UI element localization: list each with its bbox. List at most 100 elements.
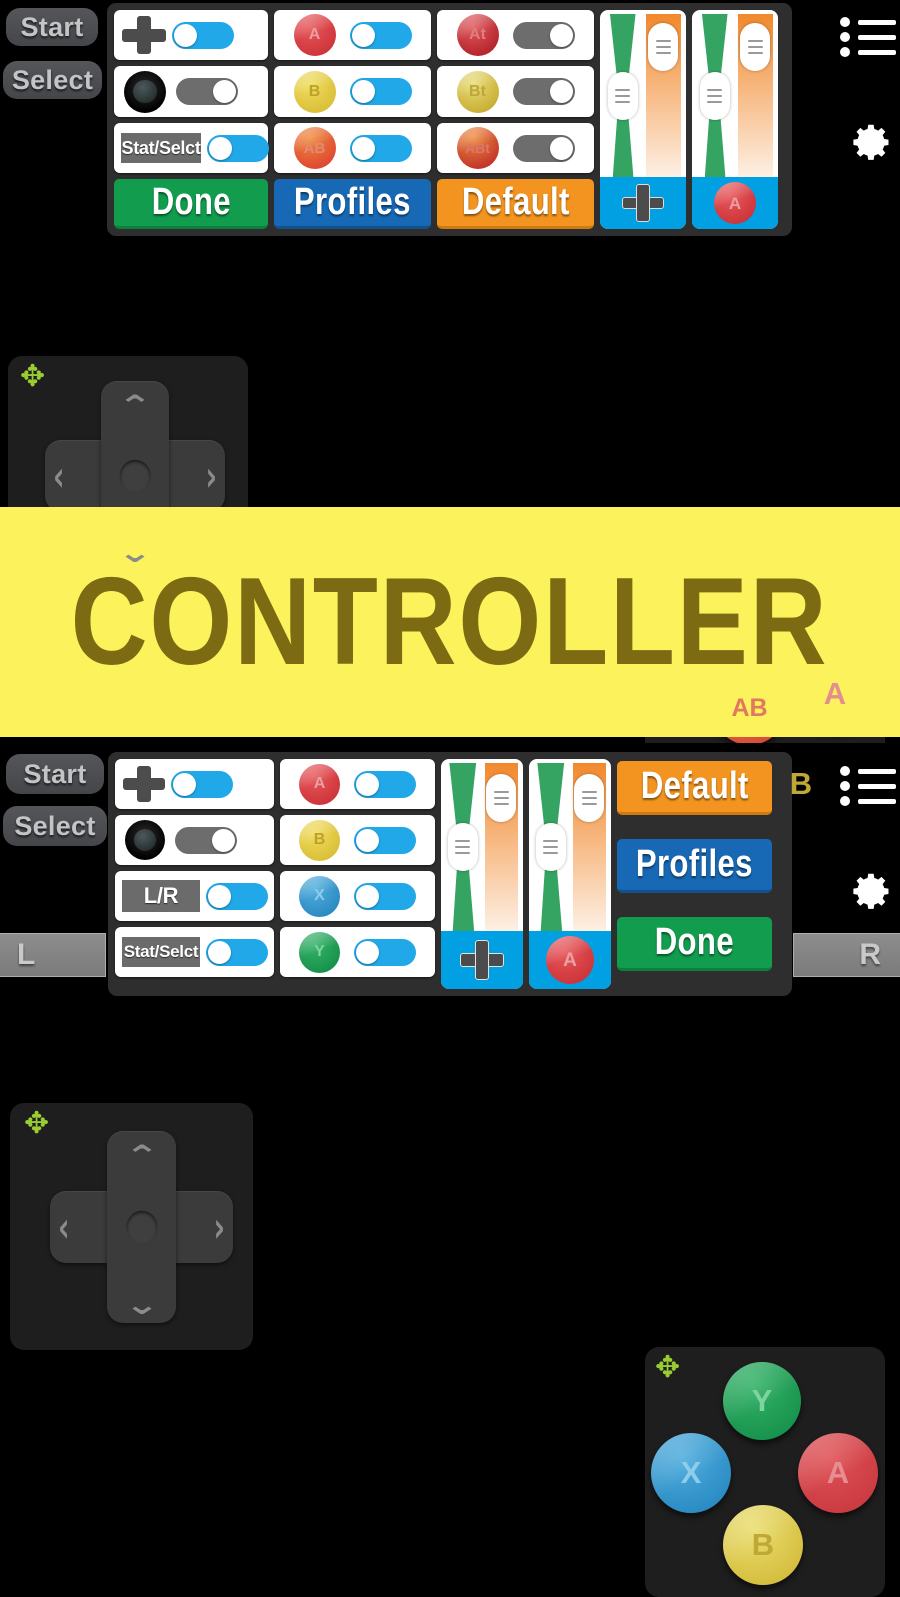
toggle-y[interactable] bbox=[354, 938, 416, 966]
dpad-size-slider[interactable] bbox=[600, 10, 686, 229]
row-y[interactable]: Y bbox=[280, 927, 435, 977]
bottom-select-button[interactable]: Select bbox=[3, 806, 107, 846]
row-bt[interactable]: Bt bbox=[437, 66, 594, 117]
toggle-joystick[interactable] bbox=[176, 78, 238, 106]
toggle-x[interactable] bbox=[354, 882, 416, 910]
bottom-start-button[interactable]: Start bbox=[6, 754, 104, 794]
abtn-green-knob[interactable] bbox=[699, 71, 730, 120]
abtn-size-slider[interactable]: A bbox=[529, 759, 611, 989]
row-x[interactable]: X bbox=[280, 871, 435, 921]
toggle-abt[interactable] bbox=[512, 134, 575, 162]
row-dpad[interactable] bbox=[115, 759, 274, 809]
top-select-button[interactable]: Select bbox=[3, 61, 102, 99]
row-start-select[interactable]: Stat/Selct bbox=[115, 927, 274, 977]
top-settings-icon[interactable] bbox=[841, 116, 895, 170]
row-dpad[interactable] bbox=[114, 10, 268, 61]
abtn-slider-foot[interactable]: A bbox=[529, 931, 611, 989]
default-button[interactable]: Default bbox=[617, 761, 772, 815]
row-a[interactable]: A bbox=[280, 759, 435, 809]
top-config-column-1: Stat/Selct Done bbox=[114, 10, 269, 229]
top-start-button[interactable]: Start bbox=[6, 8, 98, 46]
row-ab[interactable]: AB bbox=[274, 122, 431, 174]
row-a[interactable]: A bbox=[274, 10, 431, 61]
bottom-buttons-widget[interactable]: ✥ Y X A B bbox=[645, 1347, 885, 1597]
bottom-config-column-1: L/R Stat/Selct bbox=[115, 759, 274, 989]
button-b[interactable]: B bbox=[723, 1505, 803, 1585]
toggle-joystick[interactable] bbox=[175, 826, 237, 854]
start-select-chip-label: Stat/Selct bbox=[121, 137, 201, 158]
abtn-size-track-orange[interactable] bbox=[572, 763, 606, 931]
toggle-a[interactable] bbox=[354, 770, 416, 798]
dpad-left-icon[interactable]: ‹ bbox=[58, 1202, 70, 1252]
dpad-size-track-green[interactable] bbox=[605, 14, 641, 177]
shoulder-right-button[interactable]: R bbox=[793, 933, 900, 977]
button-x[interactable]: X bbox=[651, 1433, 731, 1513]
abtn-green-knob[interactable] bbox=[535, 823, 566, 871]
bottom-settings-icon[interactable] bbox=[841, 865, 895, 919]
move-handle-icon[interactable]: ✥ bbox=[24, 1109, 49, 1139]
dpad-green-knob[interactable] bbox=[447, 823, 478, 871]
toggle-start-select[interactable] bbox=[206, 938, 268, 966]
toggle-b[interactable] bbox=[349, 78, 412, 106]
toggle-dpad[interactable] bbox=[171, 770, 233, 798]
dpad-size-slider[interactable] bbox=[441, 759, 523, 989]
dpad-up-icon[interactable]: ⌃ bbox=[117, 389, 152, 422]
toggle-lr[interactable] bbox=[206, 882, 268, 910]
dpad-size-track-green[interactable] bbox=[446, 763, 480, 931]
dpad-orange-knob[interactable] bbox=[486, 774, 517, 823]
row-at[interactable]: At bbox=[437, 10, 594, 61]
toggle-b[interactable] bbox=[354, 826, 416, 854]
button-y[interactable]: Y bbox=[723, 1362, 801, 1440]
toggle-at[interactable] bbox=[512, 21, 575, 49]
row-joystick[interactable] bbox=[114, 66, 268, 117]
abtn-size-track-green[interactable] bbox=[697, 14, 733, 177]
row-joystick[interactable] bbox=[115, 815, 274, 865]
abtn-size-track-green[interactable] bbox=[534, 763, 568, 931]
bottom-menu-icon[interactable] bbox=[840, 763, 896, 809]
abtn-orange-knob[interactable] bbox=[740, 22, 771, 71]
button-a[interactable]: A bbox=[798, 1433, 878, 1513]
dpad-down-icon[interactable]: ⌄ bbox=[124, 1288, 159, 1321]
dpad-slider-foot[interactable] bbox=[441, 931, 523, 989]
toggle-dpad[interactable] bbox=[172, 21, 234, 49]
abtn-slider-foot[interactable]: A bbox=[692, 177, 778, 229]
default-button[interactable]: Default bbox=[437, 179, 594, 229]
toggle-a[interactable] bbox=[349, 21, 412, 49]
dpad-control[interactable]: ⌃ ⌄ ‹ › bbox=[50, 1131, 233, 1323]
row-abt[interactable]: ABt bbox=[437, 122, 594, 174]
row-lr[interactable]: L/R bbox=[115, 871, 274, 921]
top-menu-icon[interactable] bbox=[840, 14, 896, 60]
abtn-orange-knob[interactable] bbox=[574, 774, 605, 823]
dpad-green-knob[interactable] bbox=[607, 71, 638, 120]
lr-chip-label: L/R bbox=[143, 883, 179, 908]
bottom-dpad-widget[interactable]: ✥ ⌃ ⌄ ‹ › bbox=[10, 1103, 253, 1350]
abtn-size-slider[interactable]: A bbox=[692, 10, 778, 229]
toggle-bt[interactable] bbox=[512, 78, 575, 106]
toggle-start-select[interactable] bbox=[207, 134, 269, 162]
bottom-config-column-2: A B X Y bbox=[280, 759, 435, 989]
circle-y-icon: Y bbox=[299, 931, 340, 973]
dpad-size-track-orange[interactable] bbox=[484, 763, 518, 931]
done-button[interactable]: Done bbox=[114, 179, 268, 229]
dpad-left-icon[interactable]: ‹ bbox=[53, 451, 65, 501]
abtn-size-track-orange[interactable] bbox=[737, 14, 773, 177]
dpad-slider-foot[interactable] bbox=[600, 177, 686, 229]
row-b[interactable]: B bbox=[280, 815, 435, 865]
profiles-button[interactable]: Profiles bbox=[274, 179, 431, 229]
dpad-center[interactable] bbox=[119, 459, 151, 493]
dpad-right-icon[interactable]: › bbox=[213, 1202, 225, 1252]
profiles-button[interactable]: Profiles bbox=[617, 839, 772, 893]
done-button[interactable]: Done bbox=[617, 917, 772, 971]
dpad-right-icon[interactable]: › bbox=[205, 451, 217, 501]
move-handle-icon[interactable]: ✥ bbox=[655, 1353, 680, 1383]
toggle-ab[interactable] bbox=[349, 134, 412, 162]
dpad-center[interactable] bbox=[125, 1210, 158, 1244]
row-b[interactable]: B bbox=[274, 66, 431, 117]
row-start-select[interactable]: Stat/Selct bbox=[114, 122, 269, 174]
dpad-up-icon[interactable]: ⌃ bbox=[124, 1139, 159, 1172]
shoulder-left-button[interactable]: L bbox=[0, 933, 106, 977]
dpad-orange-knob[interactable] bbox=[648, 22, 679, 71]
move-handle-icon[interactable]: ✥ bbox=[20, 362, 45, 392]
dpad-down-icon[interactable]: ⌄ bbox=[117, 536, 152, 569]
dpad-size-track-orange[interactable] bbox=[645, 14, 681, 177]
